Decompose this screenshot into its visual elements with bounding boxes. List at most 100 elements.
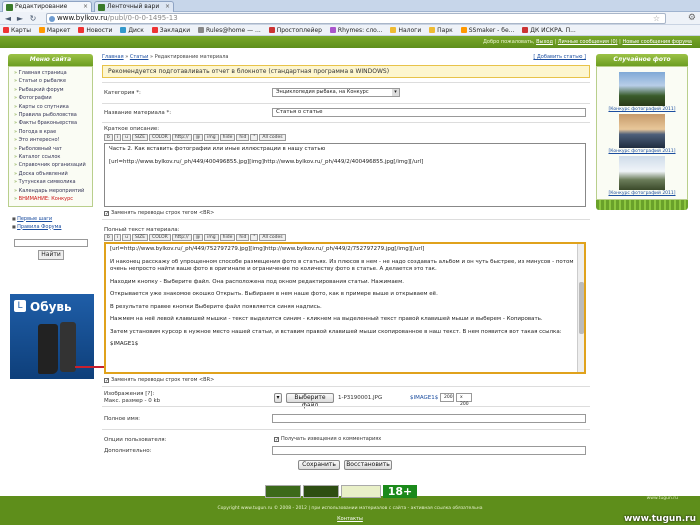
hid-button[interactable]: hid: [236, 134, 250, 141]
image-tag-link[interactable]: $IMAGE1$: [410, 395, 438, 401]
email-button[interactable]: @: [192, 234, 204, 241]
forward-icon[interactable]: ►: [15, 14, 25, 23]
img-button[interactable]: img: [204, 234, 219, 241]
full-replace-checkbox[interactable]: ✓ Заменять переводы строк тегом <BR>: [104, 377, 214, 384]
forum-rules-link[interactable]: Правила Форума: [17, 224, 61, 230]
menu-item[interactable]: Календарь мероприятий: [9, 187, 92, 195]
image-number-select[interactable]: ▾: [274, 393, 282, 403]
pm-link[interactable]: Личные сообщения (0): [558, 39, 618, 45]
save-button[interactable]: Сохранить: [298, 460, 340, 470]
title-input[interactable]: Статья о статье: [272, 108, 586, 117]
full-text-textarea[interactable]: [url=http://www.bylkov.ru/_ph/449/752797…: [104, 242, 586, 374]
url-input[interactable]: www.bylkov.ru/publ/0-0-0-1495-13: [46, 13, 666, 24]
menu-item[interactable]: Факты браконьерства: [9, 119, 92, 127]
photo-caption[interactable]: [Конкурс фотографий 2011]: [597, 191, 687, 196]
menu-item[interactable]: Правила рыболовства: [9, 111, 92, 119]
menu-item[interactable]: Тутунская символика: [9, 178, 92, 186]
add-article-link[interactable]: [ Добавить статью ]: [533, 54, 586, 60]
menu-item[interactable]: Каталог ссылок: [9, 153, 92, 161]
tab-ribbon[interactable]: Ленточный вари ×: [94, 1, 174, 12]
all-codes-select[interactable]: All codes: [259, 134, 286, 141]
left-column: Меню сайта Главная страница Статьи о рыб…: [8, 54, 93, 260]
counter-banner[interactable]: [265, 485, 301, 498]
find-button[interactable]: Найти: [38, 249, 64, 260]
bookmark-item[interactable]: Маркет: [36, 25, 73, 35]
menu-item[interactable]: Справочник организаций: [9, 161, 92, 169]
notify-checkbox[interactable]: ✓ Получать извещения о комментариях: [274, 436, 381, 443]
wrench-menu-icon[interactable]: ⚙: [688, 13, 696, 23]
short-replace-checkbox[interactable]: ✓ Заменять переводы строк тегом <BR>: [104, 210, 214, 217]
menu-item[interactable]: Статьи о рыбалке: [9, 77, 92, 85]
bookmark-item[interactable]: Простоплейер: [266, 25, 325, 35]
textarea-scrollbar[interactable]: [577, 244, 584, 372]
restore-button[interactable]: Восстановить: [344, 460, 392, 470]
menu-item[interactable]: Фотографии: [9, 94, 92, 102]
first-steps-link[interactable]: Первые шаги: [17, 216, 52, 222]
color-select[interactable]: COLOR: [149, 234, 171, 241]
photo-thumbnail[interactable]: [619, 114, 665, 148]
counter-banner[interactable]: [341, 485, 381, 498]
close-tab-icon[interactable]: ×: [83, 2, 88, 12]
bookmark-item[interactable]: Парк: [426, 25, 456, 35]
counter-banner[interactable]: [303, 485, 339, 498]
contacts-link[interactable]: Контакты: [0, 516, 700, 522]
bookmark-item[interactable]: Закладки: [149, 25, 193, 35]
italic-button[interactable]: i: [113, 134, 122, 141]
bookmark-item[interactable]: Rules@home — ...: [195, 25, 264, 35]
quote-button[interactable]: ": [250, 134, 259, 141]
crumb-articles[interactable]: Статьи: [130, 54, 149, 60]
bookmark-item[interactable]: Rhymes: сло...: [327, 25, 386, 35]
site-search-input[interactable]: [14, 238, 88, 247]
back-icon[interactable]: ◄: [3, 14, 13, 23]
reload-icon[interactable]: ↻: [28, 14, 38, 23]
color-select[interactable]: COLOR: [149, 134, 171, 141]
hid-button[interactable]: hid: [236, 234, 250, 241]
close-tab-icon[interactable]: ×: [165, 2, 170, 12]
tab-editing[interactable]: Редактирование ×: [2, 1, 92, 12]
full-name-input[interactable]: [272, 414, 586, 423]
italic-button[interactable]: i: [113, 234, 122, 241]
photo-thumbnail[interactable]: [619, 156, 665, 190]
img-button[interactable]: img: [204, 134, 219, 141]
forum-new-link[interactable]: Новые сообщения форума: [622, 39, 692, 45]
size-select[interactable]: SIZE: [131, 234, 149, 241]
image-width-input[interactable]: 200: [440, 393, 454, 402]
menu-item[interactable]: Доска объявлений: [9, 170, 92, 178]
hide-button[interactable]: hide: [219, 234, 236, 241]
photo-caption[interactable]: [Конкурс фотографий 2011]: [597, 107, 687, 112]
crumb-home[interactable]: Главная: [102, 54, 124, 60]
extra-input[interactable]: [272, 446, 586, 455]
menu-item[interactable]: Рыбацкий форум: [9, 86, 92, 94]
bookmark-item[interactable]: Налоги: [387, 25, 424, 35]
bookmark-star-icon[interactable]: ☆: [653, 14, 660, 23]
hide-button[interactable]: hide: [219, 134, 236, 141]
bookmark-item[interactable]: ДК ИСКРА. П...: [519, 25, 579, 35]
bold-button[interactable]: b: [104, 234, 113, 241]
url-button[interactable]: http://: [171, 234, 192, 241]
url-button[interactable]: http://: [171, 134, 192, 141]
short-description-textarea[interactable]: Часть 2. Как вставить фотографии или ины…: [104, 143, 586, 207]
menu-item-contest[interactable]: ВНИМАНИЕ: Конкурс: [9, 195, 92, 203]
bookmark-item[interactable]: SSmaker - бе...: [458, 25, 518, 35]
underline-button[interactable]: u: [122, 134, 131, 141]
all-codes-select[interactable]: All codes: [259, 234, 286, 241]
bold-button[interactable]: b: [104, 134, 113, 141]
exit-link[interactable]: Выход: [536, 39, 553, 45]
category-select[interactable]: Энциклопедия рыбака, на Конкурс ▾: [272, 88, 400, 97]
menu-item[interactable]: Рыболовный чат: [9, 145, 92, 153]
quote-button[interactable]: ": [250, 234, 259, 241]
choose-file-button[interactable]: Выберите файл: [286, 393, 334, 409]
underline-button[interactable]: u: [122, 234, 131, 241]
menu-item[interactable]: Погода в крае: [9, 128, 92, 136]
bookmark-item[interactable]: Новости: [75, 25, 115, 35]
image-height-input[interactable]: x 200: [456, 393, 472, 407]
photo-caption[interactable]: [Конкурс фотографий 2011]: [597, 149, 687, 154]
menu-item[interactable]: Главная страница: [9, 69, 92, 77]
menu-item[interactable]: Это интересно!: [9, 136, 92, 144]
photo-thumbnail[interactable]: [619, 72, 665, 106]
size-select[interactable]: SIZE: [131, 134, 149, 141]
bookmark-item[interactable]: Диск: [117, 25, 147, 35]
email-button[interactable]: @: [192, 134, 204, 141]
menu-item[interactable]: Карты со спутника: [9, 103, 92, 111]
bookmark-item[interactable]: Карты: [0, 25, 34, 35]
